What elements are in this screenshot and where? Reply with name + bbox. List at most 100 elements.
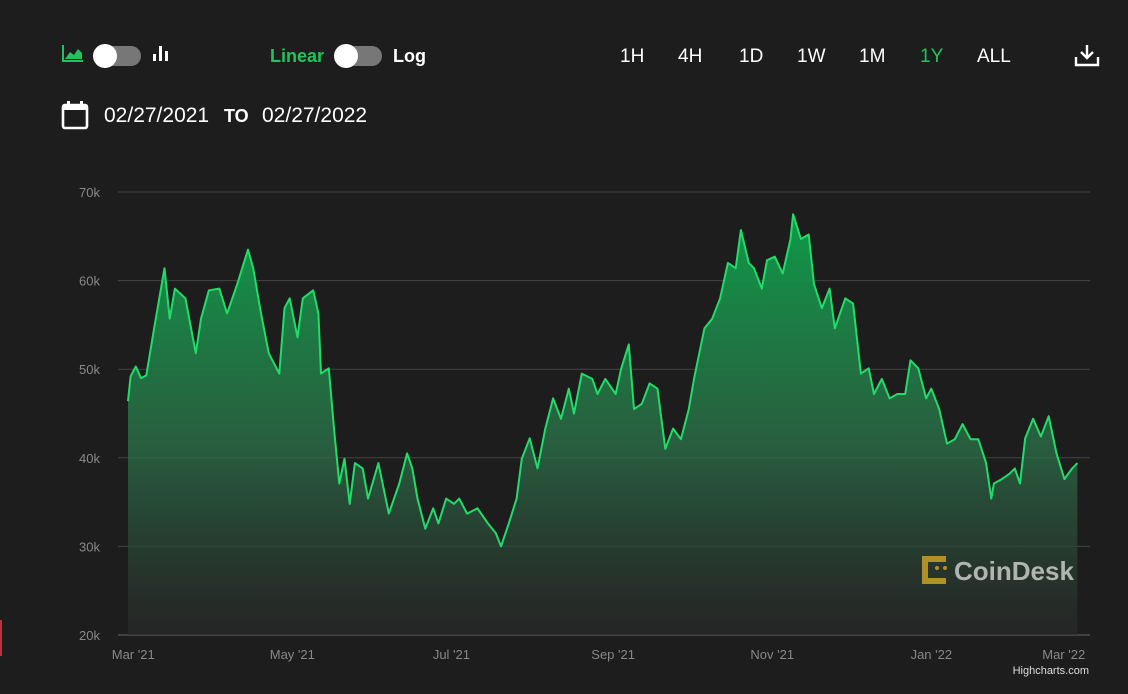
data-point[interactable] — [534, 465, 540, 471]
data-point[interactable] — [386, 511, 392, 517]
data-point[interactable] — [1046, 413, 1052, 419]
data-point[interactable] — [360, 465, 366, 471]
data-point[interactable] — [1061, 476, 1067, 482]
data-point[interactable] — [326, 365, 332, 371]
data-point[interactable] — [988, 496, 994, 502]
data-point[interactable] — [1038, 434, 1044, 440]
data-point[interactable] — [287, 295, 293, 301]
data-point[interactable] — [224, 310, 230, 316]
data-point[interactable] — [295, 334, 301, 340]
data-point[interactable] — [250, 265, 256, 271]
data-point[interactable] — [678, 436, 684, 442]
data-point[interactable] — [527, 435, 533, 441]
data-point[interactable] — [167, 316, 173, 322]
data-point[interactable] — [235, 280, 241, 286]
data-point[interactable] — [162, 265, 168, 271]
data-point[interactable] — [589, 376, 595, 382]
data-point[interactable] — [451, 501, 457, 507]
data-point[interactable] — [647, 380, 653, 386]
data-point[interactable] — [133, 364, 139, 370]
data-point[interactable] — [631, 406, 637, 412]
data-point[interactable] — [172, 286, 178, 292]
data-point[interactable] — [806, 232, 812, 238]
data-point[interactable] — [626, 341, 632, 347]
data-point[interactable] — [1030, 416, 1036, 422]
data-point[interactable] — [245, 247, 251, 253]
data-point[interactable] — [654, 386, 660, 392]
data-point[interactable] — [746, 260, 752, 266]
data-point[interactable] — [1012, 465, 1018, 471]
data-point[interactable] — [365, 496, 371, 502]
data-point[interactable] — [1022, 435, 1028, 441]
data-point[interactable] — [960, 421, 966, 427]
data-point[interactable] — [1054, 450, 1060, 456]
data-point[interactable] — [670, 426, 676, 432]
data-point[interactable] — [216, 286, 222, 292]
data-point[interactable] — [999, 476, 1005, 482]
data-point[interactable] — [422, 526, 428, 532]
data-point[interactable] — [315, 310, 321, 316]
data-point[interactable] — [928, 386, 934, 392]
data-point[interactable] — [281, 305, 287, 311]
data-point[interactable] — [709, 316, 715, 322]
data-point[interactable] — [686, 406, 692, 412]
data-point[interactable] — [300, 295, 306, 301]
data-point[interactable] — [894, 391, 900, 397]
data-point[interactable] — [936, 406, 942, 412]
data-point[interactable] — [310, 287, 316, 293]
data-point[interactable] — [143, 372, 149, 378]
data-point[interactable] — [751, 265, 757, 271]
data-point[interactable] — [435, 520, 441, 526]
data-point[interactable] — [506, 520, 512, 526]
data-point[interactable] — [662, 446, 668, 452]
data-point[interactable] — [858, 371, 864, 377]
data-point[interactable] — [866, 365, 872, 371]
data-point[interactable] — [341, 456, 347, 462]
data-point[interactable] — [352, 460, 358, 466]
data-point[interactable] — [944, 441, 950, 447]
data-point[interactable] — [409, 465, 415, 471]
data-point[interactable] — [198, 316, 204, 322]
data-point[interactable] — [456, 496, 462, 502]
data-point[interactable] — [542, 426, 548, 432]
data-point[interactable] — [498, 543, 504, 549]
data-point[interactable] — [1069, 465, 1075, 471]
data-point[interactable] — [827, 286, 833, 292]
data-point[interactable] — [780, 271, 786, 277]
data-point[interactable] — [404, 450, 410, 456]
data-point[interactable] — [871, 391, 877, 397]
data-point[interactable] — [519, 456, 525, 462]
data-point[interactable] — [790, 211, 796, 217]
data-point[interactable] — [331, 426, 337, 432]
data-point[interactable] — [975, 436, 981, 442]
data-point[interactable] — [156, 295, 162, 301]
data-point[interactable] — [125, 398, 131, 404]
data-point[interactable] — [923, 395, 929, 401]
data-point[interactable] — [798, 236, 804, 242]
data-point[interactable] — [493, 530, 499, 536]
data-point[interactable] — [915, 365, 921, 371]
data-point[interactable] — [443, 496, 449, 502]
data-point[interactable] — [128, 373, 134, 379]
data-point[interactable] — [832, 325, 838, 331]
data-point[interactable] — [842, 295, 848, 301]
data-point[interactable] — [907, 357, 913, 363]
data-point[interactable] — [258, 310, 264, 316]
highcharts-credits[interactable]: Highcharts.com — [1013, 665, 1089, 677]
data-point[interactable] — [759, 286, 765, 292]
data-point[interactable] — [1007, 471, 1013, 477]
data-point[interactable] — [485, 520, 491, 526]
data-point[interactable] — [787, 236, 793, 242]
data-point[interactable] — [991, 480, 997, 486]
data-point[interactable] — [691, 376, 697, 382]
data-point[interactable] — [613, 391, 619, 397]
data-point[interactable] — [983, 460, 989, 466]
data-point[interactable] — [725, 260, 731, 266]
data-point[interactable] — [138, 375, 144, 381]
data-point[interactable] — [952, 436, 958, 442]
data-point[interactable] — [558, 416, 564, 422]
data-point[interactable] — [967, 436, 973, 442]
data-point[interactable] — [887, 395, 893, 401]
data-point[interactable] — [206, 287, 212, 293]
data-point[interactable] — [811, 281, 817, 287]
